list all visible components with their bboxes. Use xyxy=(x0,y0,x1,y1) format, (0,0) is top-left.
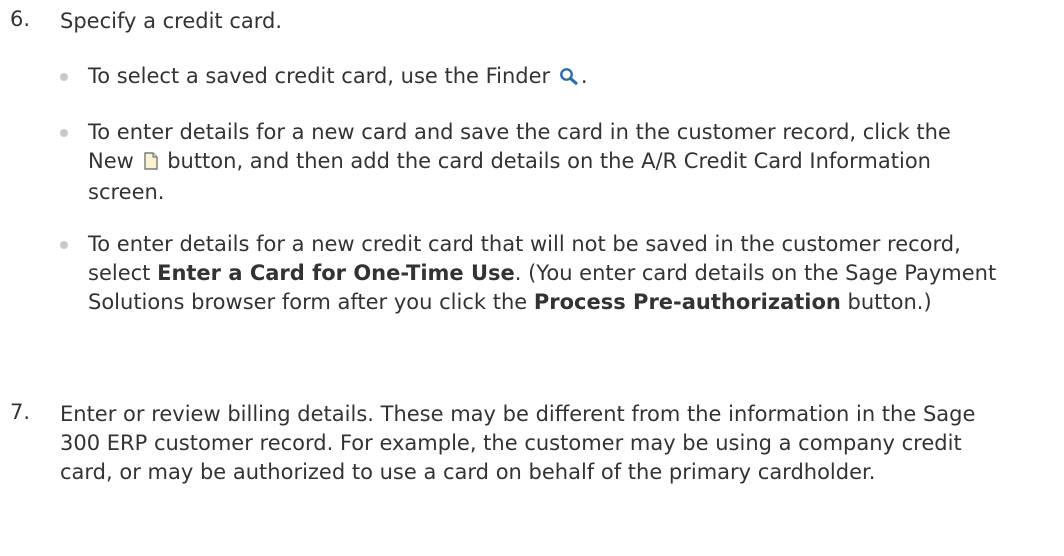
new-document-icon xyxy=(143,149,159,178)
bullet-dot xyxy=(60,129,68,137)
bullet-text: To enter details for a new card and save… xyxy=(88,120,951,204)
magnifier-icon xyxy=(559,64,579,93)
bullet-text: To select a saved credit card, use the F… xyxy=(88,62,998,93)
step-text: Enter or review billing details. These m… xyxy=(60,402,976,484)
bullet-text: To enter details for a new credit card t… xyxy=(88,232,997,314)
bullet-dot xyxy=(60,73,68,81)
step-text: Specify a credit card. xyxy=(60,9,283,33)
help-document: 6. Specify a credit card. To select a sa… xyxy=(0,0,1064,556)
bold-button-label: Process Pre-authorization xyxy=(533,290,841,314)
bullet-dot xyxy=(60,241,68,249)
step-number: 7. xyxy=(10,400,31,424)
step-number: 6. xyxy=(10,7,31,31)
bold-option-label: Enter a Card for One-Time Use xyxy=(157,261,515,285)
